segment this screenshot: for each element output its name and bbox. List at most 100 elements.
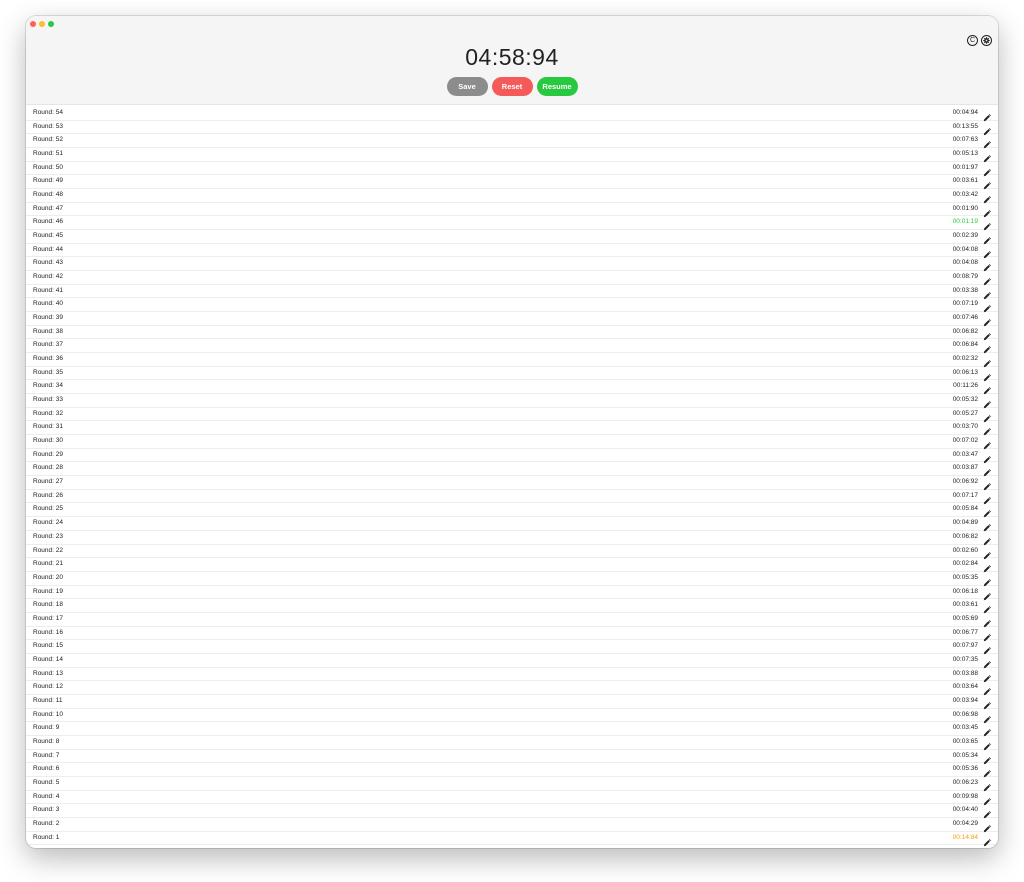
round-time: 00:05:32 [952, 396, 978, 404]
pencil-icon[interactable] [983, 615, 991, 628]
round-row: Round: 26 00:07:17 [26, 490, 998, 505]
pencil-icon[interactable] [983, 806, 991, 819]
round-row: Round: 14 00:07:35 [26, 654, 998, 669]
pencil-icon[interactable] [983, 300, 991, 313]
pencil-icon[interactable] [983, 314, 991, 327]
save-button[interactable]: Save [446, 77, 488, 96]
round-row: Round: 32 00:05:27 [26, 408, 998, 422]
pencil-icon[interactable] [983, 834, 991, 846]
round-time: 00:03:61 [952, 601, 978, 609]
round-row: Round: 23 00:06:82 [26, 531, 998, 546]
pencil-icon[interactable] [983, 588, 991, 600]
pencil-icon[interactable] [983, 136, 991, 149]
round-label: Round: 12 [33, 683, 63, 691]
pencil-icon[interactable] [983, 287, 991, 299]
pencil-icon[interactable] [983, 793, 991, 805]
pencil-icon[interactable] [983, 437, 991, 450]
pencil-icon[interactable] [983, 464, 991, 477]
round-time: 00:06:98 [952, 710, 978, 718]
pencil-icon[interactable] [983, 574, 991, 587]
pencil-icon[interactable] [983, 382, 991, 395]
resume-button[interactable]: Resume [536, 77, 578, 96]
round-label: Round: 52 [33, 136, 63, 144]
pencil-icon[interactable] [983, 724, 991, 737]
pencil-icon[interactable] [983, 177, 991, 190]
pencil-icon[interactable] [983, 123, 991, 135]
pencil-icon[interactable] [983, 752, 991, 764]
round-time: 00:07:35 [952, 655, 978, 663]
pencil-icon[interactable] [983, 410, 991, 422]
round-time: 00:06:13 [952, 368, 978, 376]
pencil-icon[interactable] [983, 164, 991, 176]
pencil-icon[interactable] [983, 642, 991, 655]
round-row: Round: 41 00:03:38 [26, 285, 998, 299]
round-label: Round: 38 [33, 327, 63, 335]
pencil-icon[interactable] [983, 683, 991, 696]
round-row: Round: 29 00:03:47 [26, 449, 998, 463]
pencil-icon[interactable] [983, 451, 991, 463]
pencil-icon[interactable] [983, 560, 991, 573]
pencil-icon[interactable] [983, 738, 991, 751]
round-row: Round: 40 00:07:19 [26, 298, 998, 313]
round-time: 00:03:88 [952, 669, 978, 677]
pencil-icon[interactable] [983, 656, 991, 669]
pencil-icon[interactable] [983, 423, 991, 436]
pencil-icon[interactable] [983, 369, 991, 381]
close-window-button[interactable] [30, 21, 36, 27]
round-row: Round: 54 00:04:94 [26, 107, 998, 122]
pencil-icon[interactable] [983, 396, 991, 409]
reset-button[interactable]: Reset [491, 77, 533, 96]
round-row: Round: 53 00:13:55 [26, 121, 998, 135]
pencil-icon[interactable] [983, 109, 991, 122]
pencil-icon[interactable] [983, 246, 991, 258]
round-row: Round: 43 00:04:08 [26, 257, 998, 272]
round-row: Round: 49 00:03:61 [26, 175, 998, 190]
pencil-icon[interactable] [983, 629, 991, 641]
pencil-icon[interactable] [983, 697, 991, 710]
pencil-icon[interactable] [983, 150, 991, 163]
round-label: Round: 49 [33, 177, 63, 185]
round-row: Round: 2 00:04:29 [26, 818, 998, 833]
pencil-icon[interactable] [983, 232, 991, 245]
pencil-icon[interactable] [983, 355, 991, 368]
pencil-icon[interactable] [983, 492, 991, 505]
pencil-icon[interactable] [983, 820, 991, 833]
pencil-icon[interactable] [983, 273, 991, 286]
round-time: 00:06:23 [952, 778, 978, 786]
round-time: 00:04:08 [952, 259, 978, 267]
pencil-icon[interactable] [983, 533, 991, 546]
pencil-icon[interactable] [983, 711, 991, 723]
round-label: Round: 7 [33, 751, 60, 759]
pencil-icon[interactable] [983, 328, 991, 340]
pencil-icon[interactable] [983, 478, 991, 491]
pencil-icon[interactable] [983, 259, 991, 272]
round-row: Round: 17 00:05:69 [26, 613, 998, 628]
pencil-icon[interactable] [983, 670, 991, 682]
round-time: 00:04:08 [952, 245, 978, 253]
round-time: 00:01:97 [952, 163, 978, 171]
maximize-window-button[interactable] [48, 21, 54, 27]
pencil-icon[interactable] [983, 205, 991, 217]
pencil-icon[interactable] [983, 341, 991, 354]
round-row: Round: 38 00:06:82 [26, 326, 998, 340]
round-time: 00:05:35 [952, 573, 978, 581]
minimize-window-button[interactable] [39, 21, 45, 27]
round-time: 00:13:55 [952, 122, 978, 130]
round-row: Round: 13 00:03:88 [26, 668, 998, 682]
pencil-icon[interactable] [983, 547, 991, 559]
pencil-icon[interactable] [983, 505, 991, 518]
round-time: 00:06:82 [952, 532, 978, 540]
pencil-icon[interactable] [983, 191, 991, 204]
round-row: Round: 18 00:03:61 [26, 599, 998, 614]
pencil-icon[interactable] [983, 519, 991, 532]
pencil-icon[interactable] [983, 779, 991, 792]
round-label: Round: 43 [33, 259, 63, 267]
round-time: 00:05:69 [952, 614, 978, 622]
pencil-icon[interactable] [983, 601, 991, 614]
round-row: Round: 10 00:06:98 [26, 709, 998, 723]
round-time: 00:06:82 [952, 327, 978, 335]
pencil-icon[interactable] [983, 218, 991, 231]
round-label: Round: 14 [33, 655, 63, 663]
round-label: Round: 25 [33, 505, 63, 513]
pencil-icon[interactable] [983, 765, 991, 778]
